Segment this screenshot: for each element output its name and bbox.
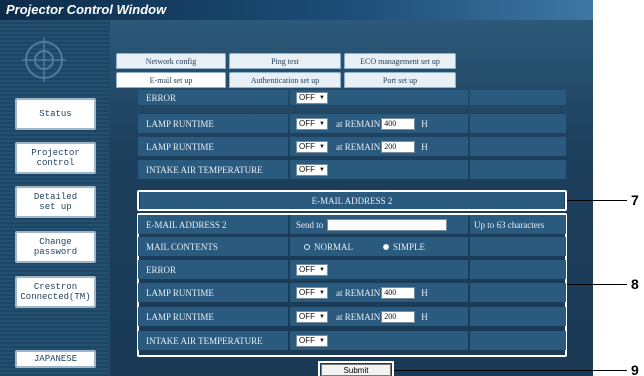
email2-contents-row: MAIL CONTENTS NORMAL SIMPLE	[138, 237, 566, 256]
email2-address-input[interactable]	[327, 218, 448, 231]
projector-control-button[interactable]: Projector control	[15, 142, 96, 174]
row-label: E-MAIL ADDRESS 2	[138, 215, 288, 234]
window-title: Projector Control Window	[6, 2, 167, 17]
radio-normal[interactable]: NORMAL	[304, 242, 353, 252]
row-label: LAMP RUNTIME	[138, 114, 288, 133]
email2-lamp2-select[interactable]: OFF ▼	[296, 310, 328, 323]
callout-9: 9	[631, 362, 639, 376]
tab-network-config[interactable]: Network config	[116, 53, 226, 69]
radio-dot-selected-icon	[383, 243, 390, 250]
radio-dot-icon	[304, 243, 310, 250]
tab-ping-test[interactable]: Ping test	[229, 53, 341, 69]
email2-lamp-runtime-row-2: LAMP RUNTIME OFF ▼ at REMAIN 200 H	[138, 307, 566, 326]
upper-lamp1-select[interactable]: OFF ▼	[296, 117, 328, 130]
japanese-language-button[interactable]: JAPANESE	[15, 350, 96, 368]
row-label: ERROR	[138, 260, 288, 279]
change-password-button[interactable]: Change password	[15, 231, 96, 263]
upper-error-select[interactable]: OFF ▼	[296, 91, 328, 104]
tab-port-setup[interactable]: Port set up	[344, 72, 456, 88]
email2-hint: Up to 63 characters	[470, 215, 566, 234]
radio-simple[interactable]: SIMPLE	[383, 242, 425, 252]
tab-email-setup[interactable]: E-mail set up	[116, 72, 226, 88]
callout-8: 8	[631, 276, 639, 292]
upper-lamp2-remain-input[interactable]: 200	[381, 140, 416, 153]
email2-intake-row: INTAKE AIR TEMPERATURE OFF ▼	[138, 331, 566, 350]
row-label: LAMP RUNTIME	[138, 283, 288, 302]
email2-error-row: ERROR OFF ▼	[138, 260, 566, 279]
row-label: ERROR	[138, 90, 288, 105]
upper-intake-select[interactable]: OFF ▼	[296, 163, 328, 176]
detailed-setup-button[interactable]: Detailed set up	[15, 186, 96, 218]
sidebar: Status Projector control Detailed set up…	[0, 20, 110, 376]
upper-lamp1-remain-input[interactable]: 400	[381, 117, 416, 130]
callout-line-9	[394, 370, 627, 371]
upper-error-row: ERROR OFF ▼	[138, 90, 566, 105]
projector-logo-icon	[22, 38, 66, 82]
email2-section-header: E-MAIL ADDRESS 2	[140, 192, 564, 209]
tab-authentication-setup[interactable]: Authentication set up	[229, 72, 341, 88]
upper-lamp2-select[interactable]: OFF ▼	[296, 140, 328, 153]
upper-intake-row: INTAKE AIR TEMPERATURE OFF ▼	[138, 160, 566, 179]
status-button[interactable]: Status	[15, 98, 96, 130]
upper-lamp-runtime-row-2: LAMP RUNTIME OFF ▼ at REMAIN 200 H	[138, 137, 566, 156]
email2-lamp-runtime-row-1: LAMP RUNTIME OFF ▼ at REMAIN 400 H	[138, 283, 566, 302]
callout-line-8	[567, 284, 627, 285]
email2-lamp1-select[interactable]: OFF ▼	[296, 286, 328, 299]
row-label: LAMP RUNTIME	[138, 307, 288, 326]
email2-lamp1-remain-input[interactable]: 400	[381, 286, 416, 299]
upper-lamp-runtime-row-1: LAMP RUNTIME OFF ▼ at REMAIN 400 H	[138, 114, 566, 133]
projector-control-window: Projector Control Window Status Projecto…	[0, 0, 593, 376]
row-label: MAIL CONTENTS	[138, 237, 288, 256]
row-label: LAMP RUNTIME	[138, 137, 288, 156]
row-label: INTAKE AIR TEMPERATURE	[138, 331, 288, 350]
email2-intake-select[interactable]: OFF ▼	[296, 334, 328, 347]
email2-error-select[interactable]: OFF ▼	[296, 263, 328, 276]
callout-7: 7	[631, 192, 639, 208]
title-bar: Projector Control Window	[0, 0, 593, 20]
email2-address-row: E-MAIL ADDRESS 2 Send to Up to 63 charac…	[138, 215, 566, 234]
submit-button[interactable]: Submit	[321, 364, 391, 376]
email2-lamp2-remain-input[interactable]: 200	[381, 310, 416, 323]
callout-line-7	[567, 200, 627, 201]
tab-eco-management[interactable]: ECO management set up	[344, 53, 456, 69]
row-label: INTAKE AIR TEMPERATURE	[138, 160, 288, 179]
crestron-connected-button[interactable]: Crestron Connected(TM)	[15, 276, 96, 308]
